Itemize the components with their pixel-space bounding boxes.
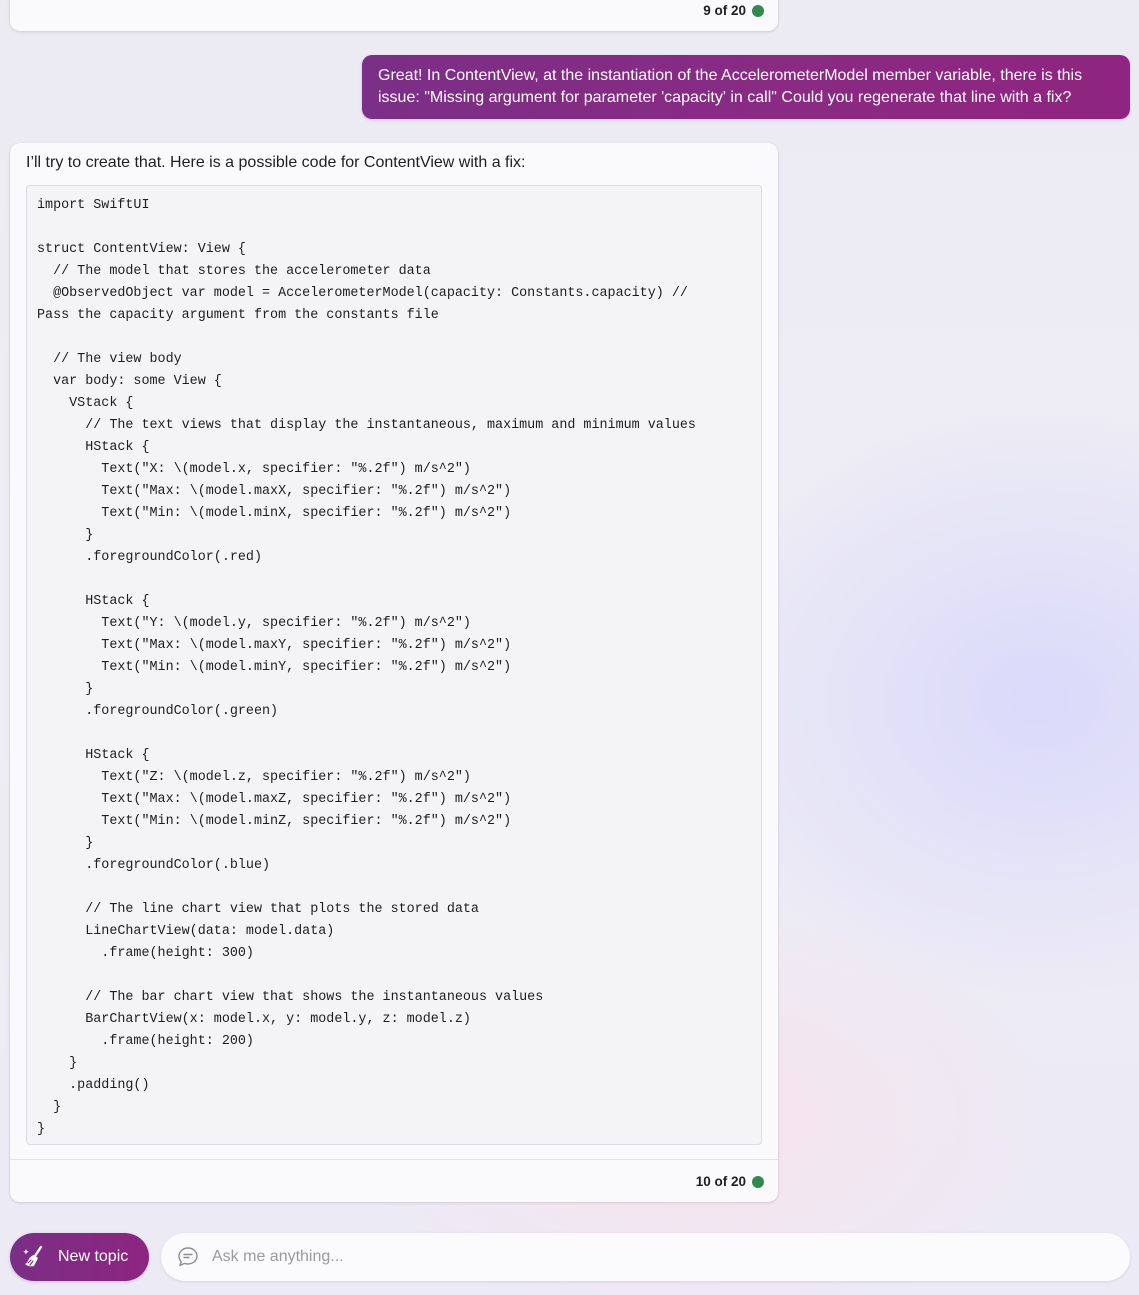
status-dot-icon bbox=[752, 1175, 764, 1188]
status-dot-icon bbox=[752, 4, 764, 17]
bot-message-intro: I’ll try to create that. Here is a possi… bbox=[26, 154, 526, 171]
new-topic-label: New topic bbox=[58, 1248, 129, 1265]
previous-bot-message: 9 of 20 bbox=[10, 0, 778, 31]
message-counter: 10 of 20 bbox=[696, 1174, 764, 1189]
message-counter-text: 9 of 20 bbox=[703, 3, 746, 18]
broom-sparkle-icon bbox=[22, 1244, 48, 1270]
user-message-text: Great! In ContentView, at the instantiat… bbox=[378, 67, 1083, 106]
new-topic-button[interactable]: New topic bbox=[10, 1233, 149, 1281]
chat-input[interactable] bbox=[210, 1236, 1130, 1278]
message-divider bbox=[10, 1159, 778, 1160]
code-block[interactable]: import SwiftUI struct ContentView: View … bbox=[26, 185, 762, 1145]
message-counter-text: 10 of 20 bbox=[695, 1174, 746, 1189]
chat-input-container[interactable] bbox=[161, 1233, 1130, 1281]
bot-message: I’ll try to create that. Here is a possi… bbox=[10, 143, 778, 1202]
user-message: Great! In ContentView, at the instantiat… bbox=[362, 55, 1130, 119]
chat-bubble-icon bbox=[176, 1245, 200, 1269]
message-counter: 9 of 20 bbox=[703, 3, 764, 18]
